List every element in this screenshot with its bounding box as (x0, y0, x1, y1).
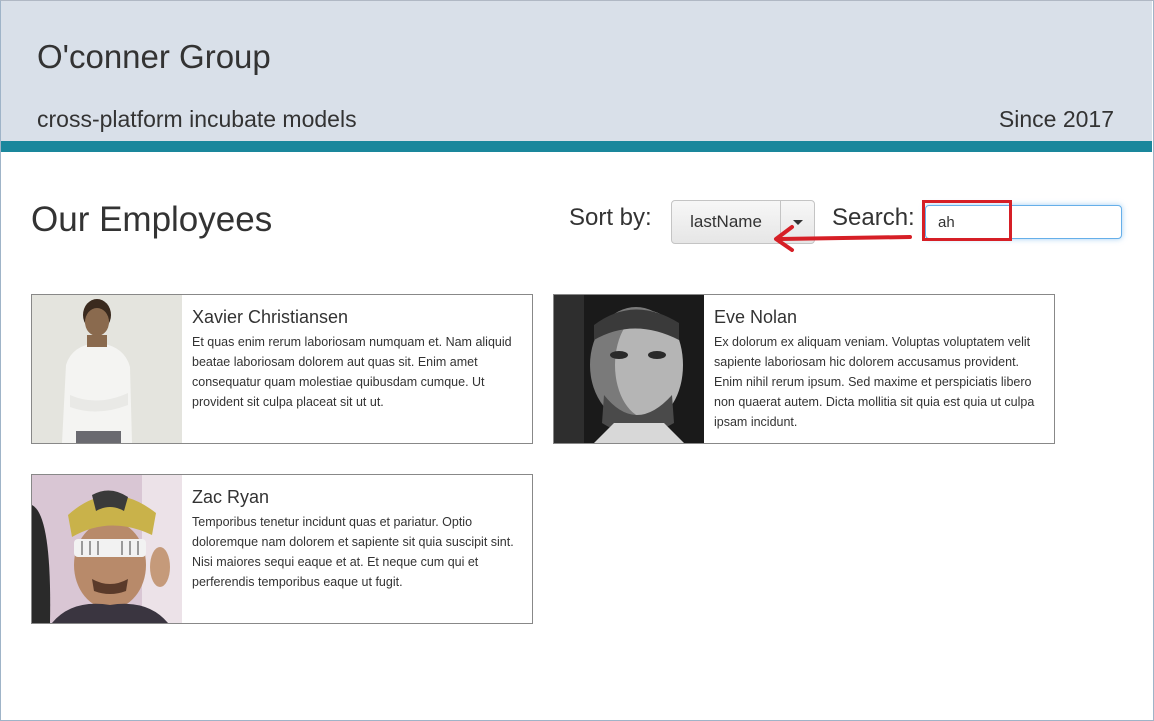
header-stripe (1, 141, 1152, 152)
employee-bio: Temporibus tenetur incidunt quas et pari… (192, 515, 514, 589)
employee-photo (32, 475, 182, 623)
employee-name: Zac Ryan (192, 487, 270, 507)
person-photo-icon (554, 295, 704, 443)
employee-name: Xavier Christiansen (192, 307, 349, 327)
employee-card[interactable]: Eve Nolan Ex dolorum ex aliquam veniam. … (553, 294, 1055, 444)
sort-selected-value[interactable]: lastName (672, 201, 781, 243)
annotation-highlight-box (922, 200, 1012, 241)
page-title: Our Employees (31, 200, 273, 239)
page-header: O'conner Group cross-platform incubate m… (1, 1, 1152, 141)
employee-card[interactable]: Xavier Christiansen Et quas enim rerum l… (31, 294, 533, 444)
since-label: Since 2017 (998, 106, 1114, 132)
person-photo-icon (32, 295, 182, 443)
employee-photo (554, 295, 704, 443)
sort-label: Sort by: (569, 204, 652, 231)
employee-bio: Ex dolorum ex aliquam veniam. Voluptas v… (714, 335, 1035, 429)
employee-bio: Et quas enim rerum laboriosam numquam et… (192, 335, 512, 409)
employee-photo (32, 295, 182, 443)
company-name: O'conner Group (37, 38, 271, 75)
employee-name: Eve Nolan (714, 307, 798, 327)
person-photo-icon (32, 475, 182, 623)
annotation-arrow-icon (774, 225, 912, 252)
employee-card[interactable]: Zac Ryan Temporibus tenetur incidunt qua… (31, 474, 533, 624)
company-tagline: cross-platform incubate models (37, 106, 357, 132)
